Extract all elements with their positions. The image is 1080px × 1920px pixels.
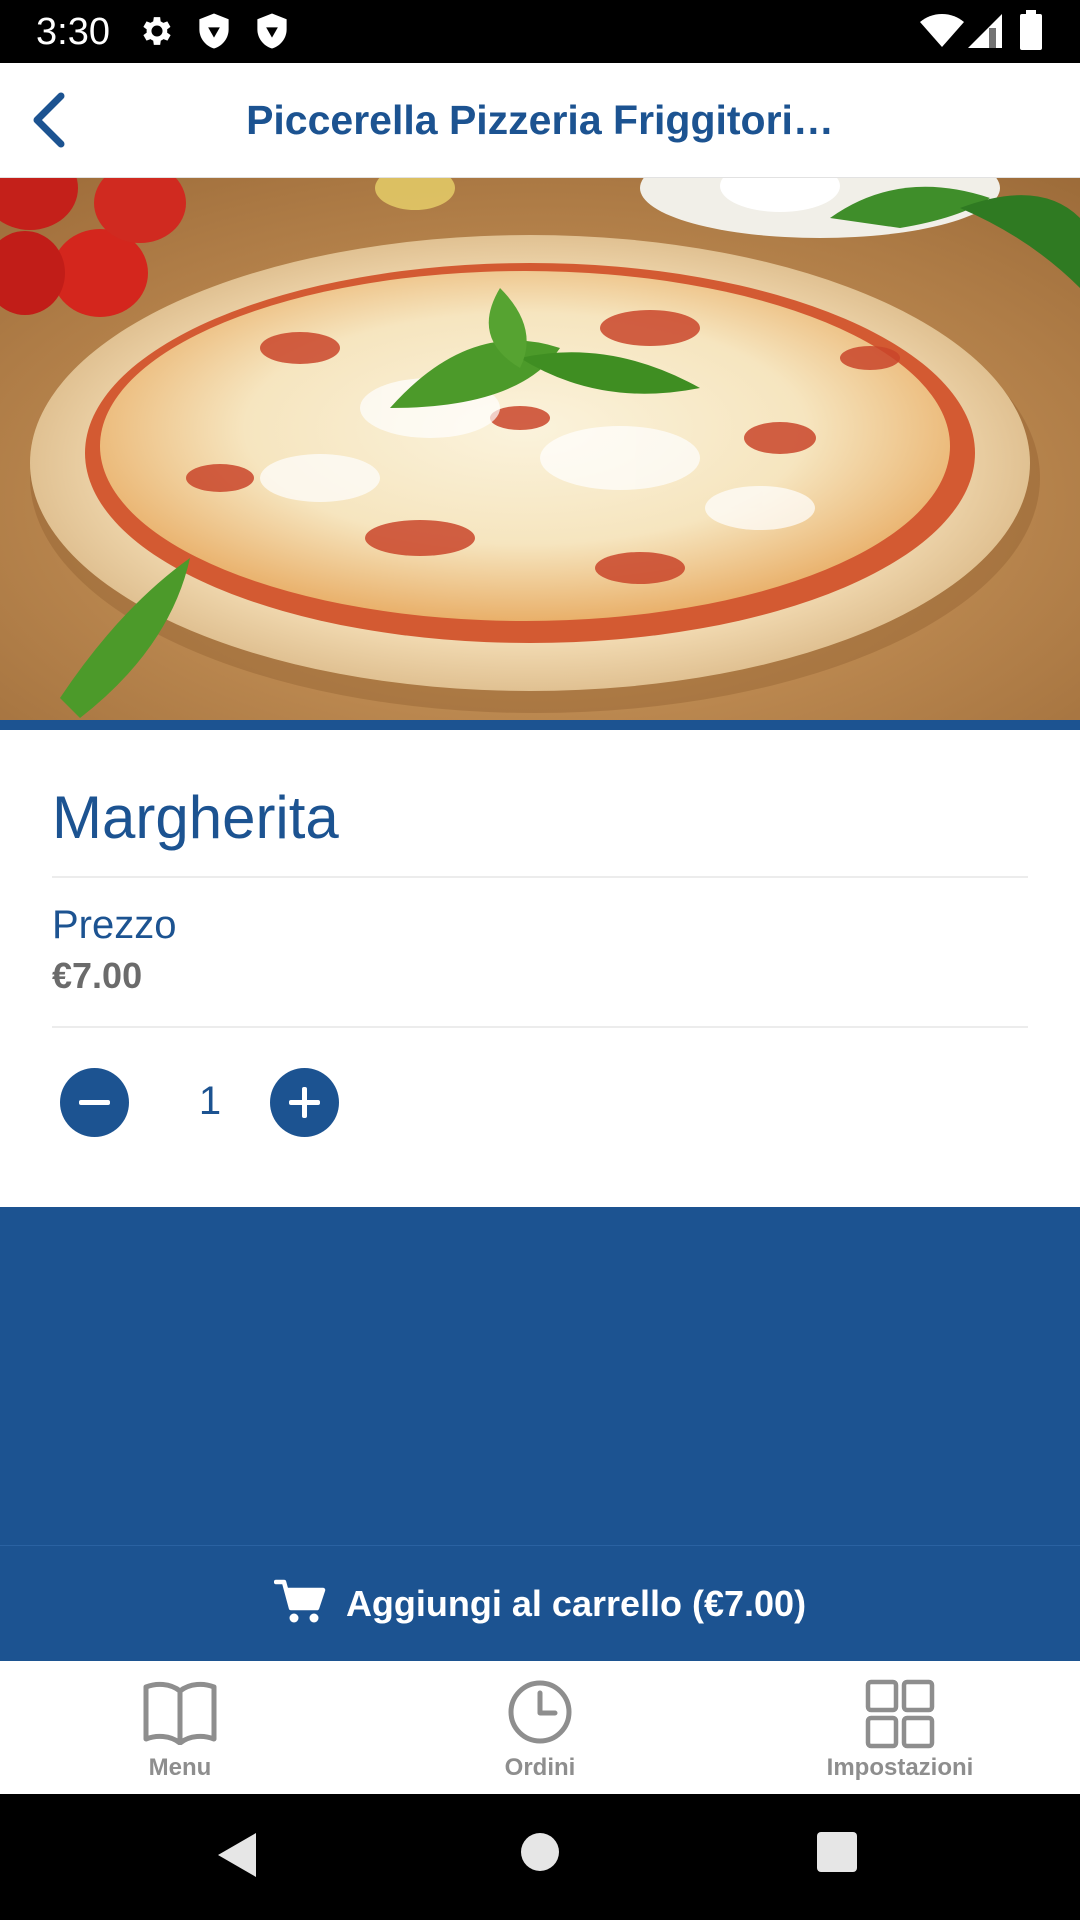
price-value: €7.00: [52, 955, 143, 996]
nav-label-menu: Menu: [148, 1754, 212, 1781]
app-header: Piccerella Pizzeria Friggitori…: [0, 63, 1080, 178]
shield-icon: [196, 12, 232, 55]
gear-icon: [138, 12, 176, 55]
nav-label-orders: Ordini: [504, 1754, 576, 1781]
signal-icon: [968, 14, 1002, 53]
nav-item-menu[interactable]: Menu: [0, 1661, 360, 1794]
shield-icon: [254, 12, 290, 55]
recents-square-icon[interactable]: [817, 1832, 857, 1877]
back-triangle-icon[interactable]: [216, 1831, 258, 1884]
back-button[interactable]: [14, 87, 84, 157]
cart-icon: [273, 1578, 326, 1629]
increase-quantity-button[interactable]: [270, 1068, 339, 1137]
status-bar: 3:30: [0, 0, 1080, 63]
page-title: Piccerella Pizzeria Friggitori…: [246, 97, 834, 143]
add-to-cart-label: Aggiungi al carrello (€7.00): [345, 1582, 807, 1624]
system-navigation-bar: [0, 1794, 1080, 1920]
nav-item-settings[interactable]: Impostazioni: [720, 1661, 1080, 1794]
divider: [52, 876, 1028, 878]
nav-label-settings: Impostazioni: [826, 1754, 974, 1781]
bottom-navigation: Menu Ordini Impostazioni: [0, 1661, 1080, 1794]
quantity-value: 1: [198, 1079, 222, 1123]
divider: [52, 1026, 1028, 1028]
blue-panel: [0, 1207, 1080, 1545]
price-label: Prezzo: [52, 903, 177, 947]
home-circle-icon[interactable]: [520, 1832, 560, 1877]
battery-icon: [1020, 10, 1042, 55]
decrease-quantity-button[interactable]: [60, 1068, 129, 1137]
nav-item-orders[interactable]: Ordini: [360, 1661, 720, 1794]
add-to-cart-button[interactable]: Aggiungi al carrello (€7.00): [0, 1545, 1080, 1661]
hero-divider: [0, 720, 1080, 730]
product-image: [0, 178, 1080, 720]
chevron-left-icon: [31, 92, 67, 153]
status-time: 3:30: [36, 11, 110, 53]
product-name: Margherita: [52, 784, 339, 851]
wifi-icon: [920, 14, 964, 53]
